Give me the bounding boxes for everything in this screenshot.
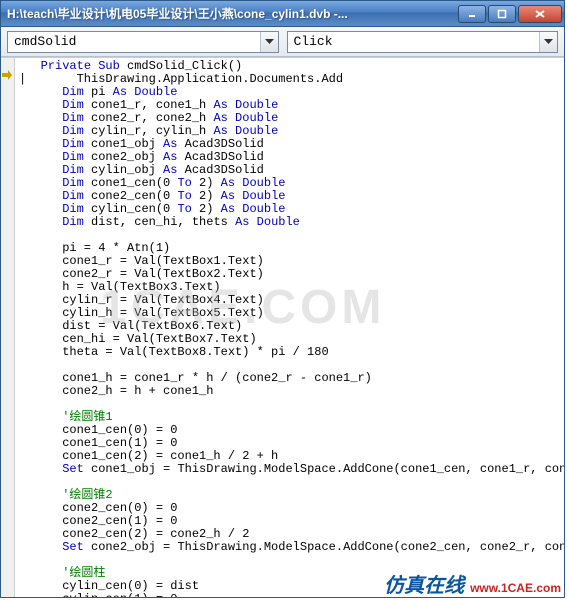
- code-editor[interactable]: Private Sub cmdSolid_Click() | ThisDrawi…: [1, 57, 564, 597]
- procedure-combo-dropdown[interactable]: [539, 32, 557, 52]
- margin-indicator-bar: [1, 58, 15, 597]
- current-line-arrow-icon: [2, 70, 12, 80]
- maximize-button[interactable]: [488, 5, 516, 23]
- object-proc-toolbar: cmdSolid Click: [1, 27, 564, 57]
- object-combo-text: cmdSolid: [8, 34, 260, 49]
- procedure-combo-text: Click: [288, 34, 540, 49]
- titlebar[interactable]: H:\teach\毕业设计\机电05毕业设计\王小燕\cone_cylin1.d…: [1, 1, 564, 27]
- object-combo-dropdown[interactable]: [260, 32, 278, 52]
- window-controls: [458, 5, 562, 23]
- ide-window: H:\teach\毕业设计\机电05毕业设计\王小燕\cone_cylin1.d…: [0, 0, 565, 598]
- close-button[interactable]: [518, 5, 562, 23]
- minimize-button[interactable]: [458, 5, 486, 23]
- procedure-combo[interactable]: Click: [287, 31, 559, 53]
- object-combo[interactable]: cmdSolid: [7, 31, 279, 53]
- window-title: H:\teach\毕业设计\机电05毕业设计\王小燕\cone_cylin1.d…: [7, 5, 458, 22]
- code-text-area[interactable]: Private Sub cmdSolid_Click() | ThisDrawi…: [15, 58, 564, 597]
